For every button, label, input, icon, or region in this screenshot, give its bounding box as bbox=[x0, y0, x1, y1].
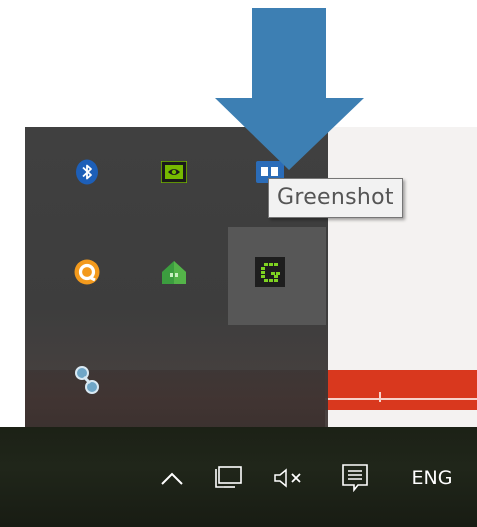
network-icon[interactable] bbox=[213, 463, 245, 493]
greenshot-tooltip: Greenshot bbox=[268, 178, 403, 218]
language-indicator[interactable]: ENG bbox=[402, 463, 462, 493]
nvidia-icon[interactable] bbox=[159, 157, 189, 187]
network-link-icon[interactable] bbox=[72, 365, 102, 395]
action-center-icon[interactable] bbox=[340, 463, 370, 493]
greenshot-icon[interactable] bbox=[255, 257, 285, 287]
app-timeline-tick bbox=[379, 392, 381, 402]
app-red-strip bbox=[325, 370, 477, 410]
taskbar: ENG bbox=[0, 427, 477, 527]
bluetooth-icon[interactable] bbox=[72, 157, 102, 187]
app-timeline-line bbox=[325, 398, 477, 400]
avast-icon[interactable] bbox=[72, 257, 102, 287]
home-icon[interactable] bbox=[159, 257, 189, 287]
notification-overflow-flyout bbox=[25, 127, 328, 427]
volume-muted-icon[interactable] bbox=[272, 463, 308, 493]
show-hidden-icons-chevron[interactable] bbox=[158, 463, 186, 493]
background-app-window bbox=[325, 127, 477, 427]
